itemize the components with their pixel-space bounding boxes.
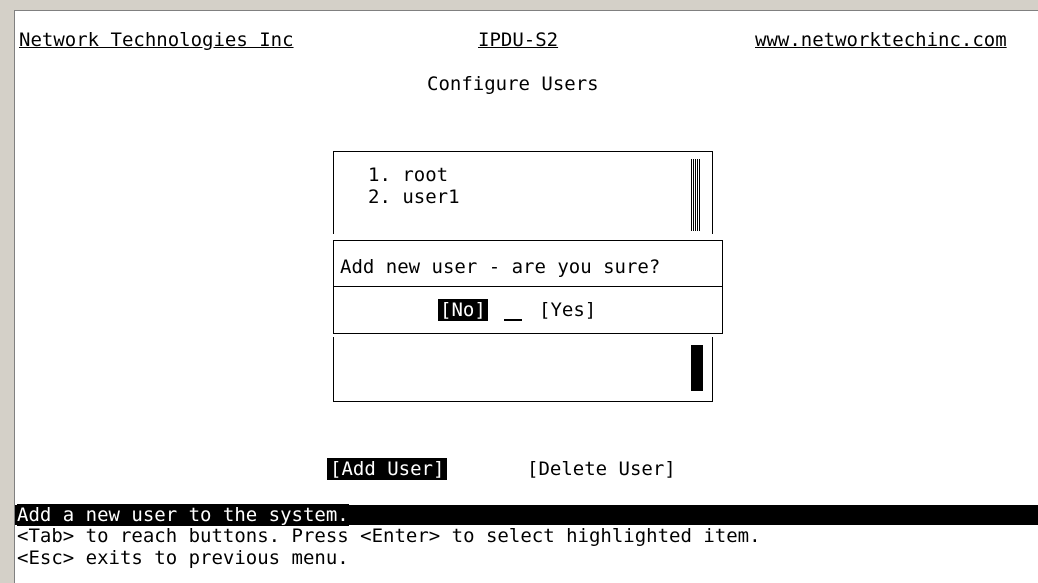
dialog-divider	[334, 286, 722, 287]
text-cursor	[504, 299, 522, 321]
user-details-box	[333, 337, 713, 402]
page-title: Configure Users	[427, 73, 599, 95]
add-user-button[interactable]: [Add User]	[327, 458, 448, 480]
scrollbar-thumb[interactable]	[691, 345, 703, 391]
website-link: www.networktechinc.com	[755, 29, 1007, 51]
product-name: IPDU-S2	[478, 29, 559, 51]
window-frame-top	[0, 0, 1038, 11]
delete-user-button[interactable]: [Delete User]	[527, 458, 676, 480]
help-esc-hint: <Esc> exits to previous menu.	[17, 547, 349, 569]
list-item[interactable]: 1. root	[368, 164, 448, 186]
no-button[interactable]: [No]	[438, 299, 488, 321]
help-tab-hint: <Tab> to reach buttons. Press <Enter> to…	[17, 525, 761, 547]
company-name: Network Technologies Inc	[19, 29, 294, 51]
status-description: Add a new user to the system.	[17, 504, 349, 526]
window-frame-left	[0, 10, 15, 583]
user-list-scrollbar[interactable]	[691, 159, 701, 231]
yes-button[interactable]: [Yes]	[539, 299, 596, 321]
confirm-dialog: Add new user - are you sure? [No] [Yes]	[333, 240, 723, 334]
terminal-screen: Network Technologies Inc IPDU-S2 www.net…	[15, 11, 1038, 583]
list-item[interactable]: 2. user1	[368, 186, 460, 208]
dialog-message: Add new user - are you sure?	[340, 256, 661, 278]
